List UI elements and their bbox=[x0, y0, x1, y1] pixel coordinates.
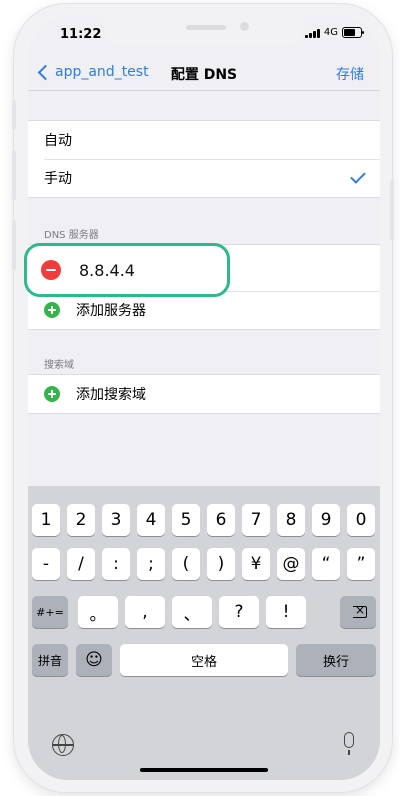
checkmark-icon bbox=[350, 168, 366, 184]
volume-up-button bbox=[12, 150, 16, 200]
keyboard: 1 2 3 4 5 6 7 8 9 0 - / : ; ( ) ¥ @ “ ” … bbox=[28, 486, 380, 780]
globe-icon[interactable] bbox=[52, 734, 74, 756]
key[interactable]: 1 bbox=[32, 504, 60, 536]
key[interactable]: 2 bbox=[67, 504, 95, 536]
screen: 11:22 4G app_and_test 配置 DNS 存储 自动 手动 DN… bbox=[28, 16, 380, 780]
key[interactable]: ¥ bbox=[242, 548, 270, 580]
key[interactable]: - bbox=[32, 548, 60, 580]
page-title: 配置 DNS bbox=[170, 67, 238, 83]
key[interactable]: ( bbox=[172, 548, 200, 580]
mode-option-label: 手动 bbox=[44, 171, 72, 187]
home-indicator bbox=[140, 768, 268, 772]
key[interactable]: 、 bbox=[172, 596, 212, 628]
key[interactable]: ? bbox=[219, 596, 259, 628]
network-type: 4G bbox=[323, 27, 338, 38]
mute-switch bbox=[12, 100, 16, 130]
battery-icon bbox=[342, 27, 364, 38]
key[interactable]: , bbox=[125, 596, 165, 628]
emoji-key[interactable]: ☺ bbox=[76, 644, 112, 676]
return-key[interactable]: 换行 bbox=[296, 644, 376, 676]
mode-group: 自动 手动 bbox=[28, 120, 380, 198]
mode-option-auto[interactable]: 自动 bbox=[28, 121, 380, 159]
key[interactable]: 。 bbox=[78, 596, 118, 628]
dns-server-entry: 8.8.4.4 bbox=[41, 260, 135, 280]
key[interactable]: ) bbox=[207, 548, 235, 580]
key[interactable]: / bbox=[67, 548, 95, 580]
add-server-label: 添加服务器 bbox=[76, 303, 146, 319]
add-search-domain-row[interactable]: 添加搜索域 bbox=[28, 375, 380, 413]
signal-icon bbox=[304, 28, 320, 38]
space-key[interactable]: 空格 bbox=[120, 644, 288, 676]
add-search-domain-label: 添加搜索域 bbox=[76, 387, 146, 403]
dns-server-value: 8.8.4.4 bbox=[79, 260, 135, 280]
key[interactable]: 7 bbox=[242, 504, 270, 536]
key[interactable]: 9 bbox=[312, 504, 340, 536]
add-icon bbox=[44, 302, 60, 318]
volume-down-button bbox=[12, 220, 16, 270]
key[interactable]: @ bbox=[277, 548, 305, 580]
key[interactable]: ” bbox=[347, 548, 375, 580]
dns-server-highlight[interactable]: 8.8.4.4 bbox=[24, 243, 230, 297]
speaker bbox=[186, 25, 226, 30]
status-time: 11:22 bbox=[60, 27, 102, 42]
key[interactable]: “ bbox=[312, 548, 340, 580]
pinyin-key[interactable]: 拼音 bbox=[32, 644, 68, 676]
search-group: 添加搜索域 bbox=[28, 374, 380, 414]
search-section-label: 搜索域 bbox=[44, 360, 74, 371]
key[interactable]: ! bbox=[266, 596, 306, 628]
camera bbox=[240, 22, 249, 31]
delete-icon[interactable] bbox=[41, 260, 61, 280]
navigation-bar: app_and_test 配置 DNS 存储 bbox=[28, 58, 380, 88]
add-icon bbox=[44, 386, 60, 402]
microphone-icon[interactable] bbox=[344, 732, 354, 755]
dns-section-label: DNS 服务器 bbox=[44, 230, 99, 241]
save-button[interactable]: 存储 bbox=[336, 64, 364, 84]
key[interactable]: 8 bbox=[277, 504, 305, 536]
key[interactable]: 0 bbox=[347, 504, 375, 536]
notch bbox=[104, 16, 304, 46]
mode-option-label: 自动 bbox=[44, 133, 72, 149]
key[interactable]: 3 bbox=[102, 504, 130, 536]
symbols-toggle-key[interactable]: #+= bbox=[32, 596, 68, 628]
key[interactable]: : bbox=[102, 548, 130, 580]
key[interactable]: 5 bbox=[172, 504, 200, 536]
nav-divider bbox=[28, 90, 380, 91]
power-button bbox=[390, 180, 394, 240]
key[interactable]: ; bbox=[137, 548, 165, 580]
key[interactable]: 4 bbox=[137, 504, 165, 536]
key[interactable]: 6 bbox=[207, 504, 235, 536]
mode-option-manual[interactable]: 手动 bbox=[28, 159, 380, 197]
delete-key[interactable] bbox=[340, 596, 376, 628]
status-indicators: 4G bbox=[304, 27, 364, 38]
backspace-icon bbox=[349, 603, 367, 618]
